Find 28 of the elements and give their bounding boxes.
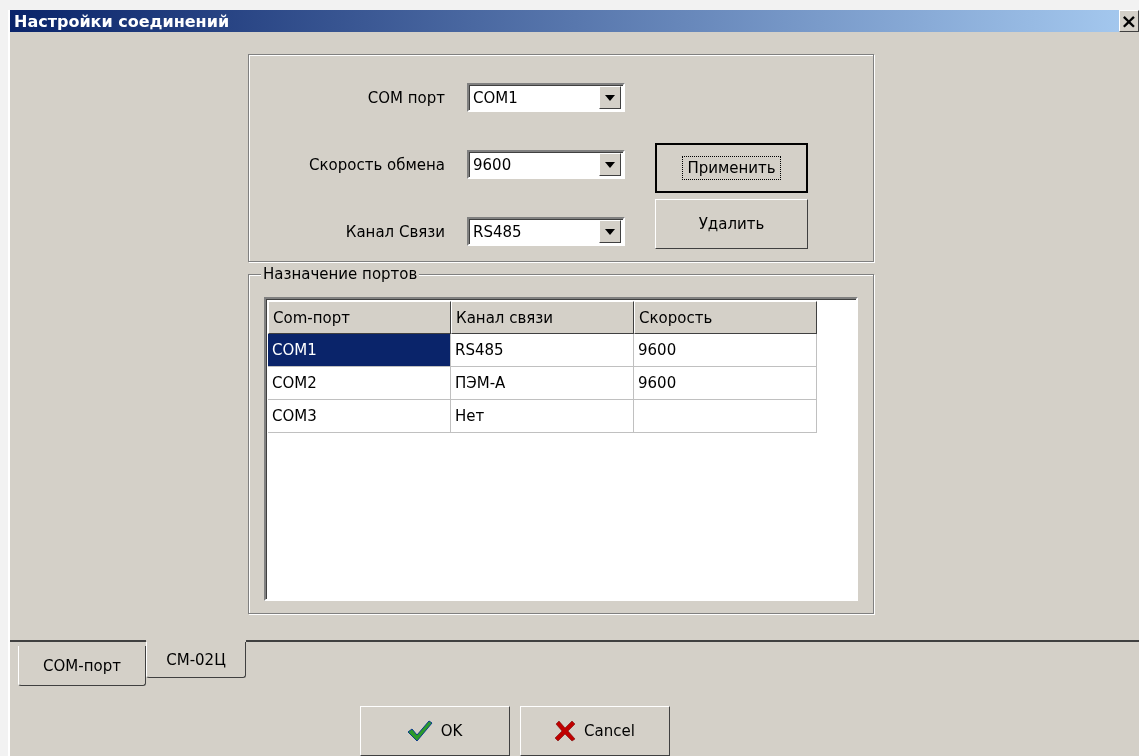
group-title: Назначение портов: [261, 265, 420, 283]
tab[interactable]: CM-02Ц: [146, 642, 246, 678]
action-button[interactable]: Применить: [655, 143, 808, 193]
cancel-button[interactable]: Cancel: [519, 706, 670, 756]
table-cell: 9600: [634, 367, 817, 400]
ok-button[interactable]: OK: [359, 706, 510, 756]
column-header[interactable]: Com-порт: [268, 301, 451, 334]
table-cell: Нет: [451, 400, 634, 433]
dropdown-field[interactable]: RS485: [467, 217, 625, 246]
table-cell: 9600: [634, 334, 817, 367]
field-label: Скорость обмена: [308, 155, 445, 174]
action-button[interactable]: Удалить: [655, 199, 808, 249]
table-cell: COM3: [268, 400, 451, 433]
field-label: COM порт: [366, 88, 445, 107]
table-cell: COM2: [268, 367, 451, 400]
cross-icon: [554, 720, 577, 742]
tab[interactable]: COM-порт: [18, 646, 146, 686]
checkmark-icon: [406, 720, 433, 742]
window-title: Настройки соединений: [14, 11, 230, 31]
column-header[interactable]: Канал связи: [451, 301, 634, 334]
close-button[interactable]: ×: [1119, 10, 1139, 32]
dropdown-field[interactable]: COM1: [467, 83, 625, 112]
table-cell: ПЭМ-А: [451, 367, 634, 400]
column-header[interactable]: Скорость: [634, 301, 817, 334]
field-label: Канал Связи: [344, 222, 445, 241]
dropdown-field[interactable]: 9600: [467, 150, 625, 179]
table-cell: COM1: [268, 334, 451, 367]
table-cell: RS485: [451, 334, 634, 367]
